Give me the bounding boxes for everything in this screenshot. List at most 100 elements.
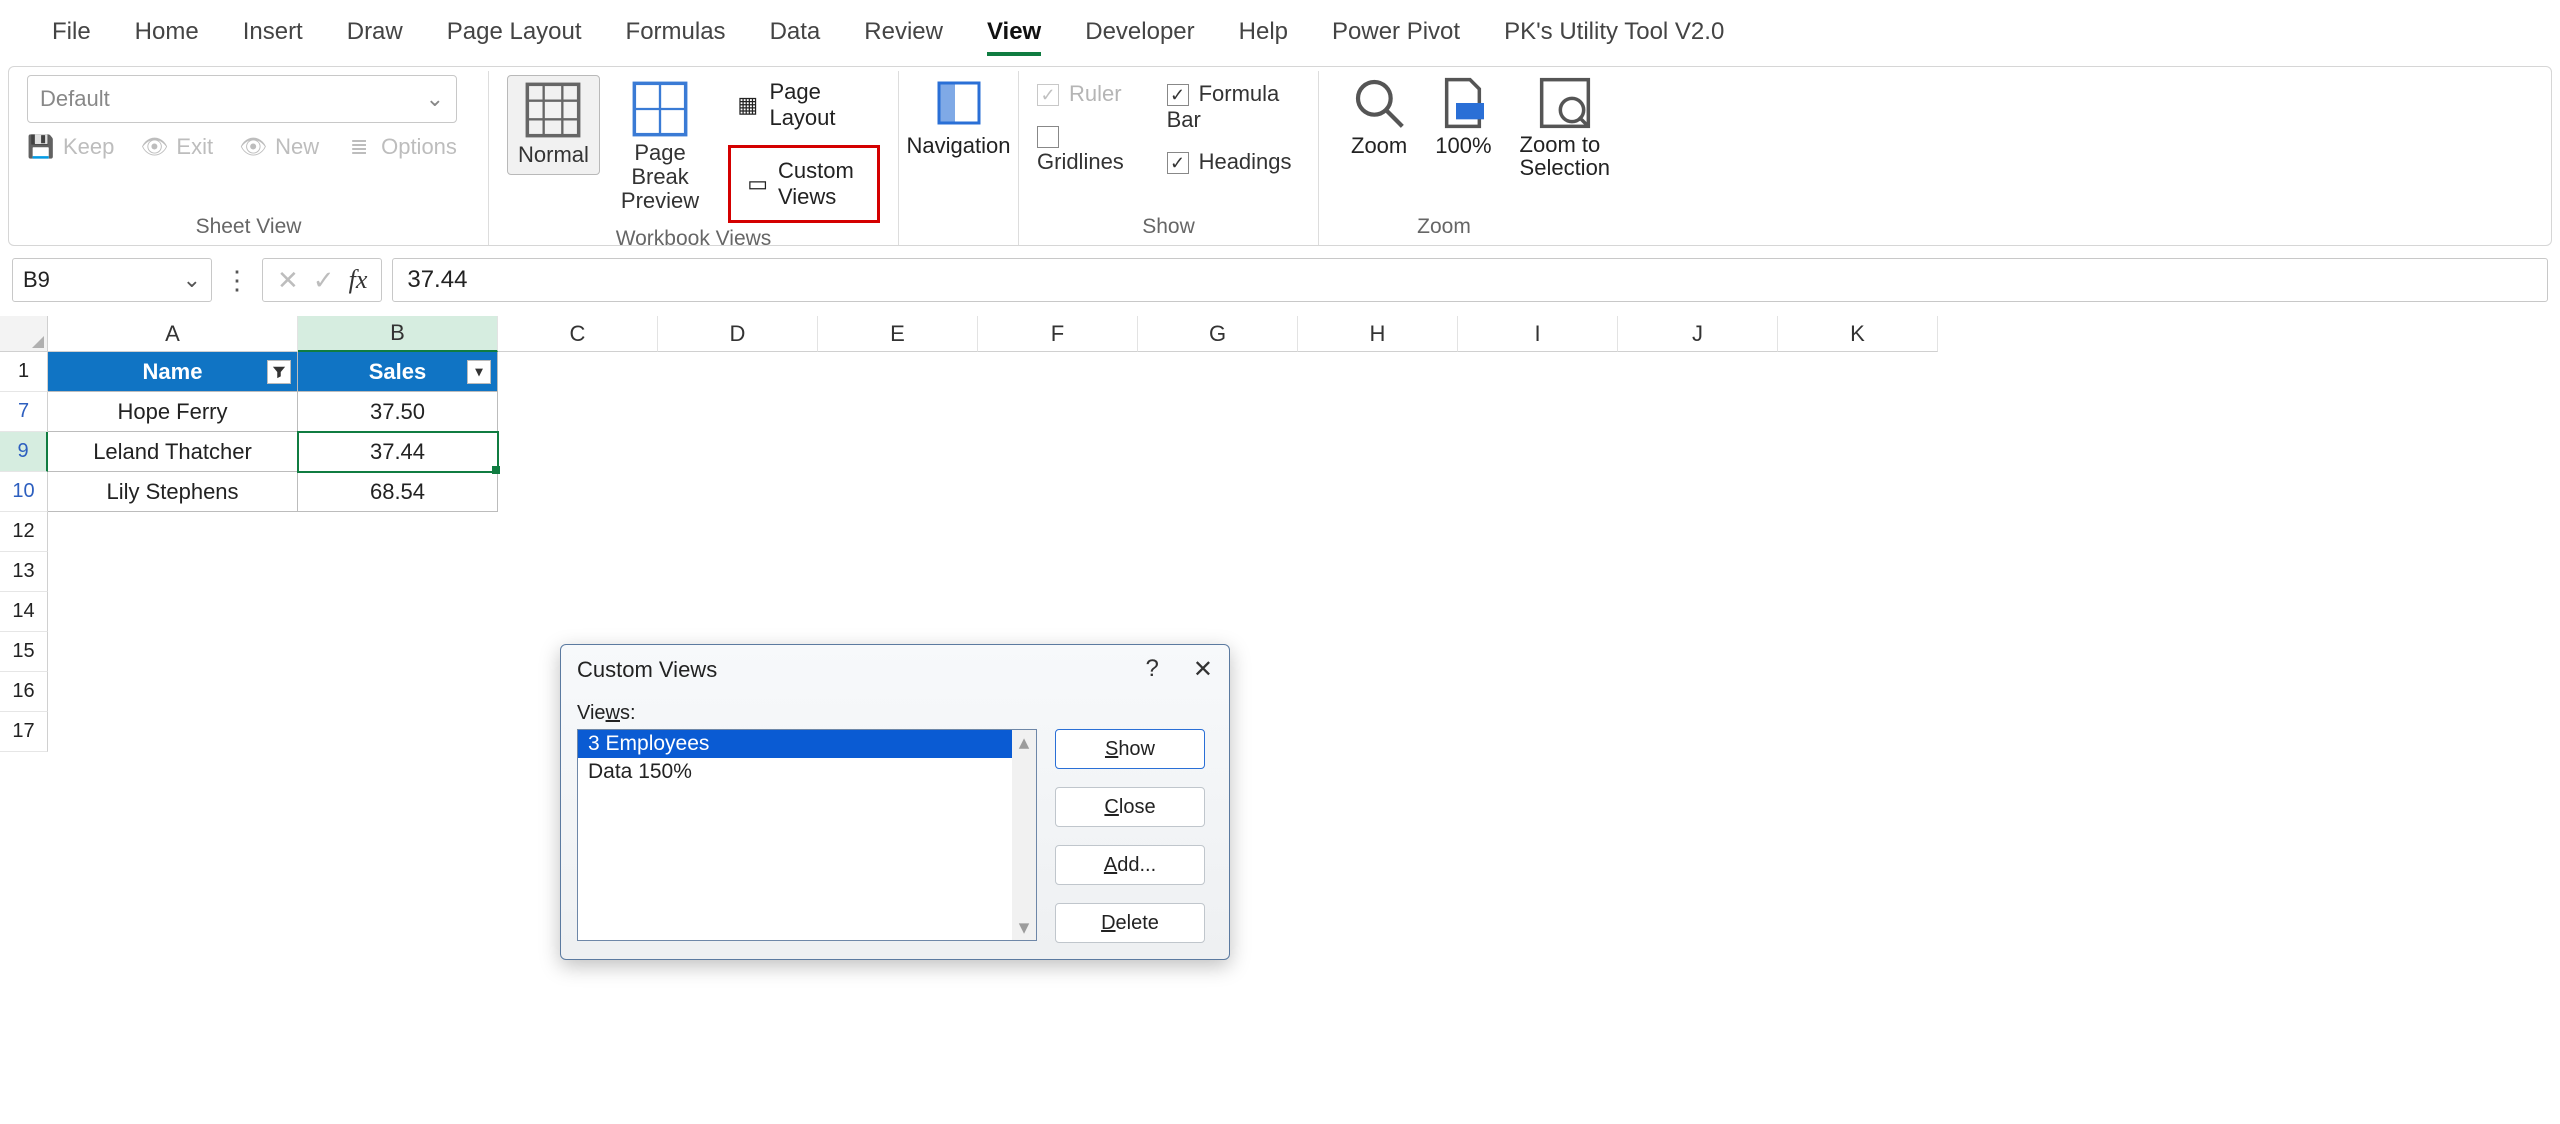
- col-header-J[interactable]: J: [1618, 316, 1778, 352]
- exit-button[interactable]: 👁Exit: [140, 133, 213, 161]
- row-header[interactable]: 16: [0, 672, 48, 712]
- options-icon: ≣: [345, 133, 373, 161]
- zoom-selection-icon: [1537, 75, 1593, 131]
- name-box[interactable]: B9 ⌄: [12, 258, 212, 302]
- separator-icon: ⋮: [222, 265, 252, 296]
- tab-home[interactable]: Home: [135, 18, 199, 56]
- chevron-down-icon: ⌄: [183, 267, 201, 293]
- tab-developer[interactable]: Developer: [1085, 18, 1194, 56]
- tab-insert[interactable]: Insert: [243, 18, 303, 56]
- views-label: Views:: [577, 702, 1229, 725]
- page-layout-icon: ▦: [736, 91, 759, 119]
- tab-formulas[interactable]: Formulas: [626, 18, 726, 56]
- cell[interactable]: Lily Stephens: [48, 472, 298, 512]
- show-button[interactable]: Show: [1055, 729, 1205, 769]
- normal-view-button[interactable]: Normal: [507, 75, 600, 175]
- page-break-preview-button[interactable]: Page Break Preview: [600, 75, 720, 220]
- tab-help[interactable]: Help: [1239, 18, 1288, 56]
- tab-power-pivot[interactable]: Power Pivot: [1332, 18, 1460, 56]
- filter-dropdown-icon[interactable]: ▾: [467, 360, 491, 384]
- sheet-view-dropdown[interactable]: Default ⌄: [27, 75, 457, 123]
- row-header[interactable]: 15: [0, 632, 48, 672]
- header-cell-sales[interactable]: Sales ▾: [298, 352, 498, 392]
- checkbox-icon: [1037, 84, 1059, 106]
- zoom-100-button[interactable]: 100%: [1421, 75, 1505, 179]
- group-workbook-views: Normal Page Break Preview ▦ Page Layout …: [489, 71, 899, 245]
- tab-view[interactable]: View: [987, 18, 1041, 56]
- formula-bar-checkbox[interactable]: Formula Bar: [1167, 81, 1300, 133]
- new-button[interactable]: 👁New: [239, 133, 319, 161]
- save-icon: 💾: [27, 133, 55, 161]
- scroll-down-icon[interactable]: ▾: [1019, 915, 1030, 940]
- cell[interactable]: 68.54: [298, 472, 498, 512]
- formula-bar-row: B9 ⌄ ⋮ ✕ ✓ fx 37.44: [0, 246, 2560, 310]
- zoom-100-icon: [1435, 75, 1491, 131]
- enter-icon[interactable]: ✓: [313, 265, 335, 296]
- name-box-value: B9: [23, 267, 50, 293]
- group-label-sheet-view: Sheet View: [27, 211, 470, 239]
- checkbox-icon: [1037, 126, 1059, 148]
- col-header-G[interactable]: G: [1138, 316, 1298, 352]
- gridlines-checkbox[interactable]: Gridlines: [1037, 123, 1141, 175]
- row-header[interactable]: 13: [0, 552, 48, 592]
- navigation-button[interactable]: Navigation: [917, 75, 1000, 159]
- col-header-E[interactable]: E: [818, 316, 978, 352]
- col-header-F[interactable]: F: [978, 316, 1138, 352]
- zoom-to-selection-button[interactable]: Zoom to Selection: [1506, 75, 1625, 179]
- list-item[interactable]: 3 Employees: [578, 730, 1036, 758]
- custom-views-button[interactable]: ▭ Custom Views: [728, 145, 880, 223]
- close-icon[interactable]: ✕: [1193, 655, 1213, 684]
- row-header[interactable]: 9: [0, 432, 48, 472]
- col-header-C[interactable]: C: [498, 316, 658, 352]
- delete-button[interactable]: Delete: [1055, 903, 1205, 943]
- views-listbox[interactable]: 3 Employees Data 150% ▴▾: [577, 729, 1037, 941]
- options-button[interactable]: ≣Options: [345, 133, 457, 161]
- row-header[interactable]: 17: [0, 712, 48, 752]
- group-label-zoom: Zoom: [1337, 211, 1551, 239]
- group-navigation: Navigation: [899, 71, 1019, 245]
- scroll-up-icon[interactable]: ▴: [1019, 730, 1030, 755]
- headings-checkbox[interactable]: Headings: [1167, 149, 1300, 175]
- fx-icon[interactable]: fx: [349, 265, 368, 295]
- cell[interactable]: Leland Thatcher: [48, 432, 298, 472]
- tab-draw[interactable]: Draw: [347, 18, 403, 56]
- group-zoom: Zoom 100% Zoom to Selection Zoom: [1319, 71, 1569, 245]
- col-header-I[interactable]: I: [1458, 316, 1618, 352]
- custom-views-icon: ▭: [747, 170, 768, 198]
- row-header[interactable]: 12: [0, 512, 48, 552]
- tab-page-layout[interactable]: Page Layout: [447, 18, 582, 56]
- cell[interactable]: 37.50: [298, 392, 498, 432]
- row-header[interactable]: 7: [0, 392, 48, 432]
- filter-applied-icon[interactable]: [267, 360, 291, 384]
- tab-file[interactable]: File: [52, 18, 91, 56]
- select-all-corner[interactable]: [0, 316, 48, 352]
- list-item[interactable]: Data 150%: [578, 758, 1036, 786]
- group-label-workbook-views: Workbook Views: [507, 223, 880, 251]
- add-button[interactable]: Add...: [1055, 845, 1205, 885]
- active-cell[interactable]: 37.44: [298, 432, 498, 472]
- close-button[interactable]: Close: [1055, 787, 1205, 827]
- zoom-button[interactable]: Zoom: [1337, 75, 1421, 179]
- tab-data[interactable]: Data: [770, 18, 821, 56]
- col-header-A[interactable]: A: [48, 316, 298, 352]
- tab-pk-utility[interactable]: PK's Utility Tool V2.0: [1504, 18, 1724, 56]
- row-header[interactable]: 10: [0, 472, 48, 512]
- cancel-icon[interactable]: ✕: [277, 265, 299, 296]
- page-layout-button[interactable]: ▦ Page Layout: [728, 75, 880, 135]
- keep-button[interactable]: 💾Keep: [27, 133, 114, 161]
- row-header[interactable]: 1: [0, 352, 48, 392]
- formula-input[interactable]: 37.44: [392, 258, 2548, 302]
- formula-value: 37.44: [407, 266, 467, 294]
- help-icon[interactable]: ?: [1146, 655, 1159, 684]
- eye-new-icon: 👁: [239, 133, 267, 161]
- row-header[interactable]: 14: [0, 592, 48, 632]
- header-cell-name[interactable]: Name: [48, 352, 298, 392]
- col-header-H[interactable]: H: [1298, 316, 1458, 352]
- scrollbar[interactable]: ▴▾: [1012, 730, 1036, 940]
- col-header-D[interactable]: D: [658, 316, 818, 352]
- cell[interactable]: Hope Ferry: [48, 392, 298, 432]
- tab-review[interactable]: Review: [864, 18, 943, 56]
- col-header-B[interactable]: B: [298, 316, 498, 352]
- checkbox-icon: [1167, 84, 1189, 106]
- col-header-K[interactable]: K: [1778, 316, 1938, 352]
